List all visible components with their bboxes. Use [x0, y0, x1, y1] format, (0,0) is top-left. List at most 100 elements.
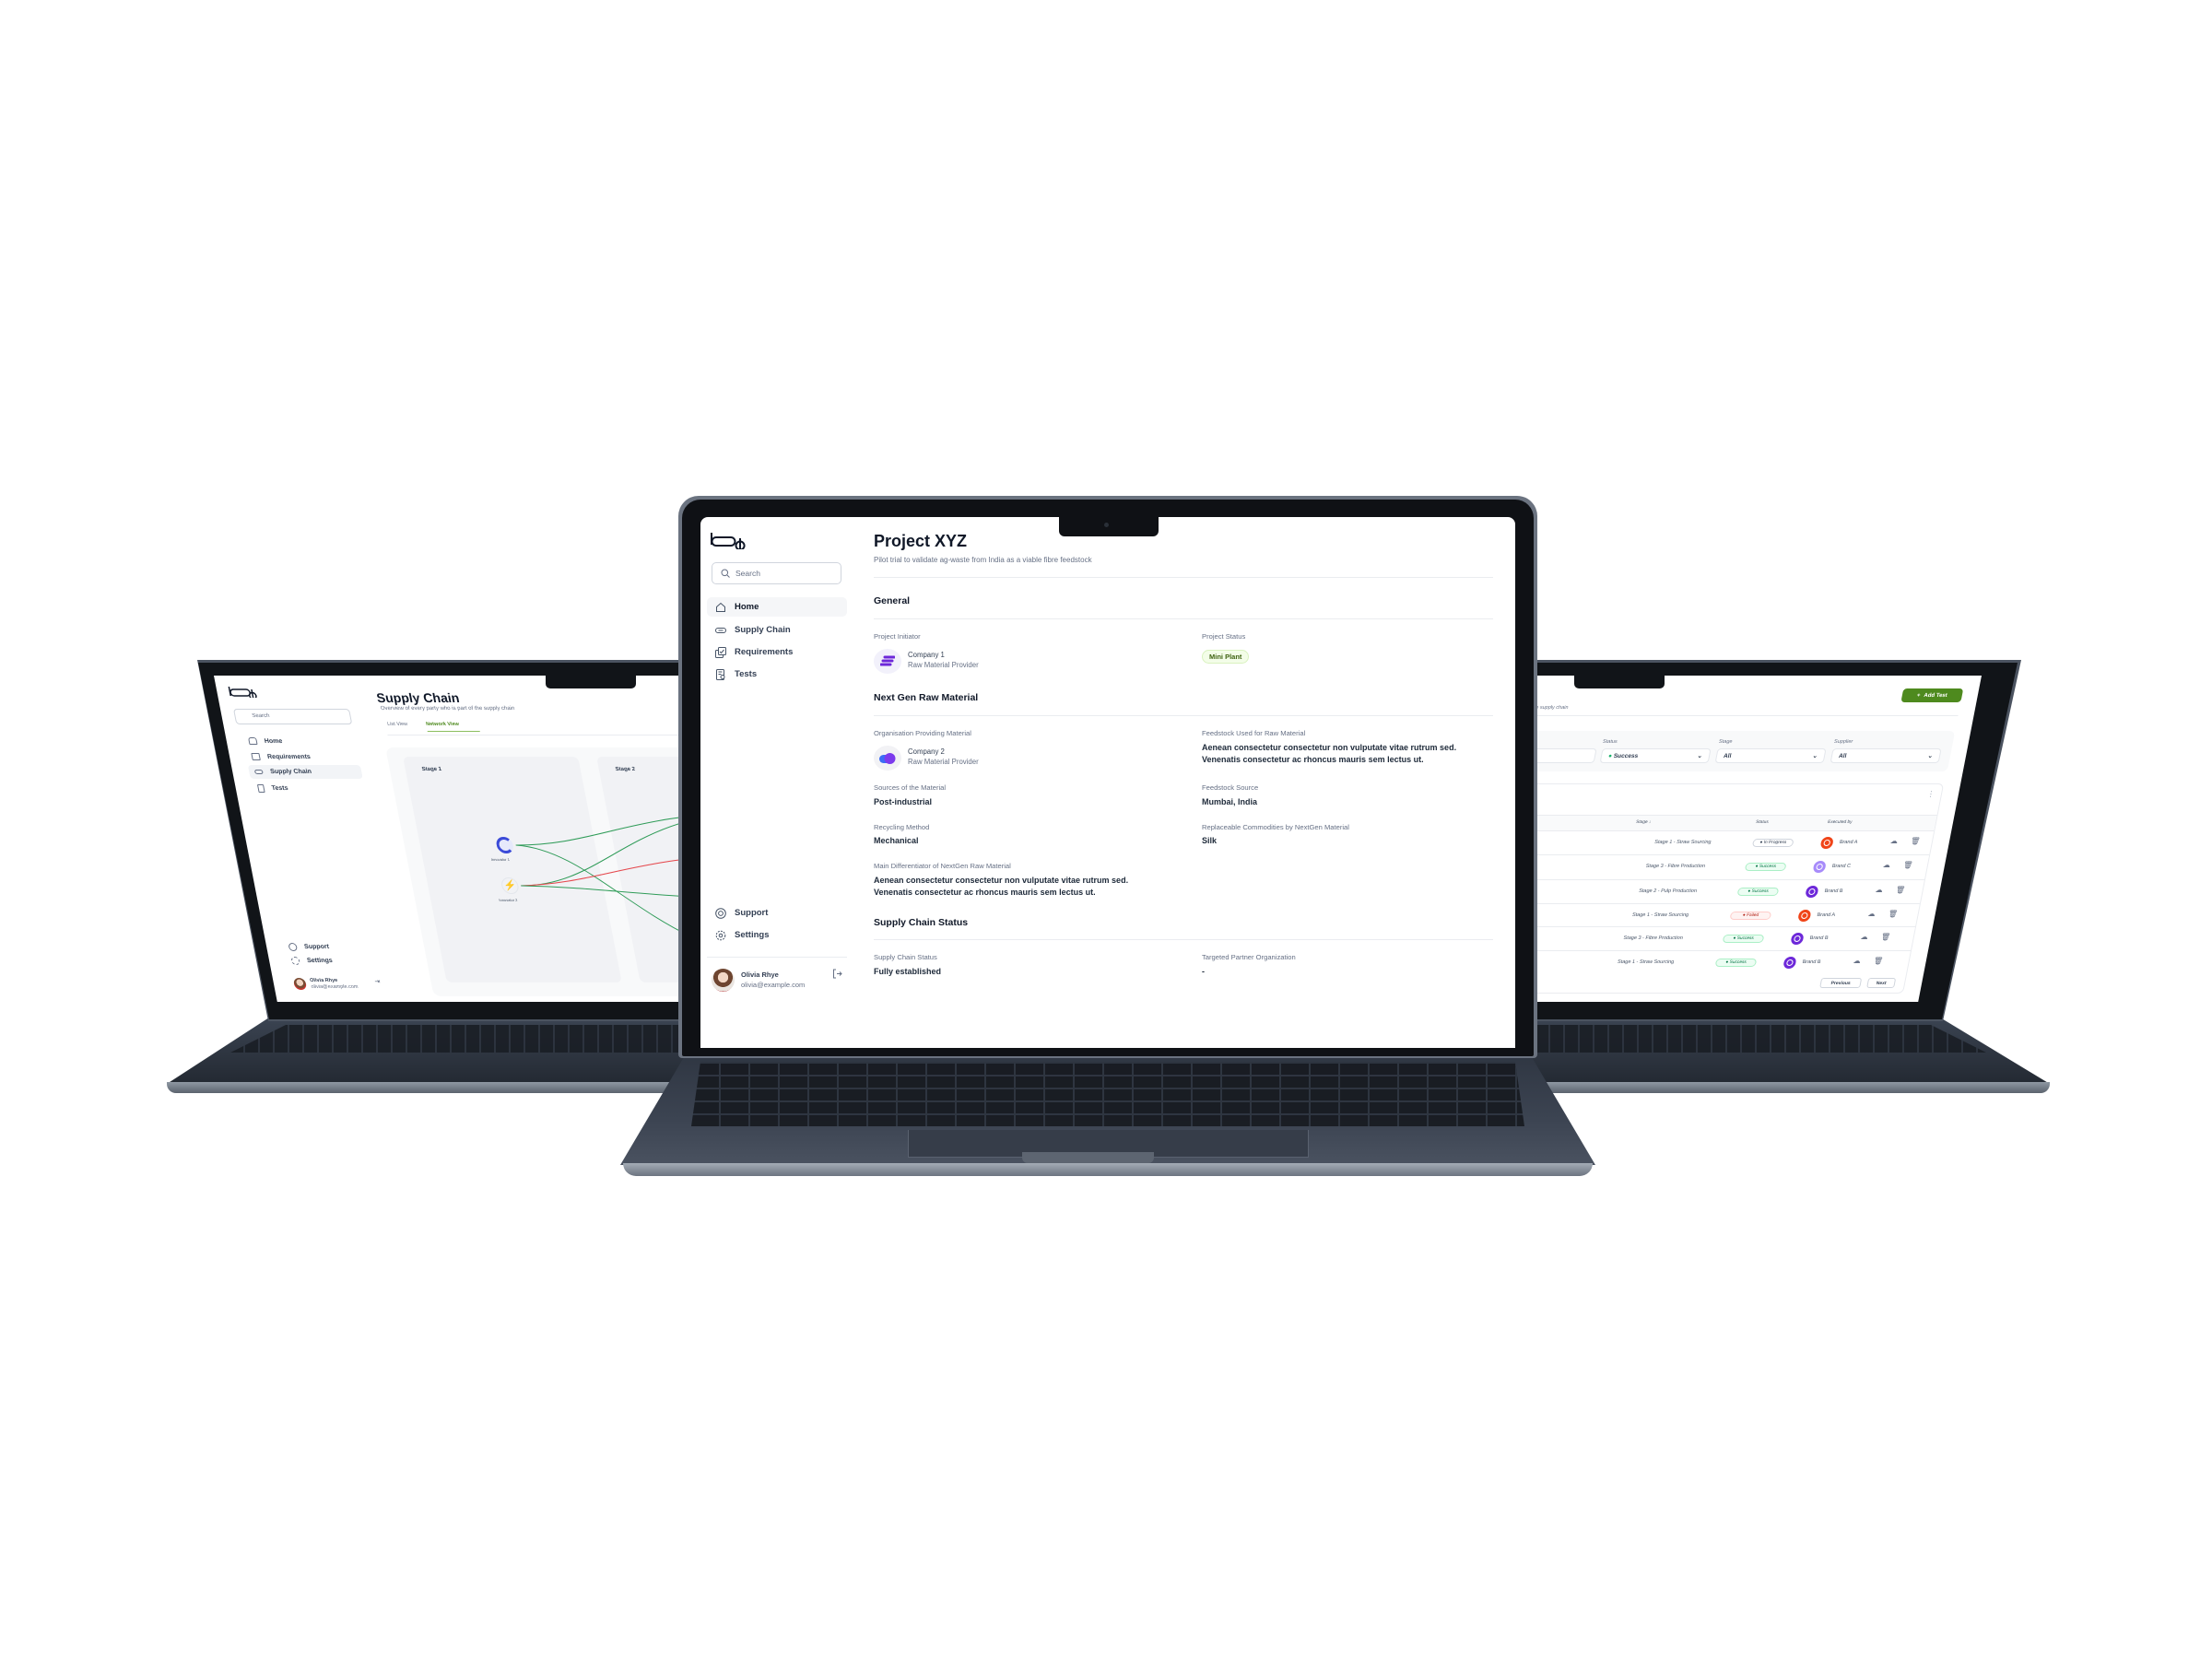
status-filter-select[interactable]: ● Success ⌄	[1599, 748, 1712, 763]
recycling-value: Mechanical	[874, 836, 919, 845]
partner-value: -	[1202, 967, 1205, 976]
company-2-icon	[879, 752, 896, 764]
home-icon	[716, 602, 725, 612]
previous-button[interactable]: Previous	[1819, 978, 1863, 988]
project-status-badge: Mini Plant	[1202, 650, 1250, 664]
status-badge: ● Success	[1736, 888, 1780, 896]
gear-icon	[715, 930, 726, 940]
trash-icon[interactable]: 🗑	[1902, 861, 1913, 869]
download-icon[interactable]: ☁	[1860, 933, 1869, 941]
brand-logo	[1790, 933, 1805, 945]
differentiator-label: Main Differentiator of NextGen Raw Mater…	[874, 862, 1011, 870]
left-notch	[546, 676, 636, 688]
section-divider	[874, 618, 1493, 619]
download-icon[interactable]: ☁	[1853, 957, 1862, 965]
trash-icon[interactable]: 🗑	[1895, 886, 1906, 894]
status-text: Success	[1750, 889, 1770, 894]
row-stage: Stage 1 - Straw Sourcing	[1617, 959, 1675, 965]
link-icon	[715, 627, 726, 633]
innovator-1-label: Innovator 1	[490, 857, 511, 862]
download-icon[interactable]: ☁	[1882, 861, 1891, 869]
supplier-filter-select[interactable]: All ⌄	[1830, 748, 1942, 763]
section-divider	[874, 715, 1493, 716]
org-providing-label: Organisation Providing Material	[874, 729, 971, 737]
notch	[1059, 517, 1159, 536]
differentiator-value: Aenean consectetur consectetur non vulpu…	[874, 876, 1129, 897]
status-filter-value: Success	[1613, 752, 1639, 759]
download-icon[interactable]: ☁	[1867, 910, 1877, 918]
row-stage: Stage 1 - Straw Sourcing	[1631, 912, 1689, 918]
supply-chain-status-label: Supply Chain Status	[874, 953, 937, 961]
trash-icon[interactable]: 🗑	[1880, 933, 1891, 941]
download-icon[interactable]: ☁	[1889, 837, 1899, 845]
trash-icon[interactable]: 🗑	[1873, 957, 1884, 965]
column-status: Status	[1755, 820, 1770, 825]
stage-filter-value: All	[1723, 752, 1733, 759]
sidebar-item-label: Settings	[735, 930, 770, 940]
sidebar-item-label: Support	[735, 908, 769, 918]
supplier-filter-label: Supplier	[1833, 739, 1853, 745]
header-divider	[874, 577, 1493, 578]
status-text: Success	[1759, 865, 1777, 869]
sidebar-item-tests[interactable]: Tests	[707, 665, 847, 684]
column-stage-label: Stage	[1635, 820, 1649, 825]
sidebar-item-requirements[interactable]: Requirements	[707, 642, 847, 662]
sources-label: Sources of the Material	[874, 783, 947, 792]
next-button[interactable]: Next	[1866, 978, 1897, 988]
status-text: Success	[1729, 960, 1747, 965]
user-email: olivia@example.com	[741, 981, 806, 989]
column-stage[interactable]: Stage ↓	[1636, 820, 1652, 825]
row-stage: Stage 2 - Pulp Production	[1638, 888, 1698, 894]
replaceable-value: Silk	[1202, 836, 1218, 845]
download-icon[interactable]: ☁	[1875, 886, 1884, 894]
stage-filter-label: Stage	[1718, 739, 1733, 745]
org-name: Company 2	[908, 747, 945, 756]
trash-icon[interactable]: 🗑	[1888, 910, 1899, 918]
center-laptop-lip	[623, 1163, 1593, 1176]
project-initiator-label: Project Initiator	[874, 632, 921, 641]
brand-name: Brand C	[1831, 864, 1852, 869]
sidebar-item-home[interactable]: Home	[707, 597, 847, 617]
sidebar-item-label: Tests	[735, 669, 758, 679]
center-keyboard-keys	[691, 1062, 1524, 1126]
company-1-logo	[874, 649, 901, 674]
stage-filter-select[interactable]: All ⌄	[1714, 748, 1827, 763]
center-screen-project: Search Home Supply Chain Requirements Te…	[700, 517, 1515, 1048]
sidebar-item-label: Requirements	[735, 647, 794, 657]
sidebar-item-supply-chain[interactable]: Supply Chain	[707, 620, 847, 640]
brand-name: Brand A	[1816, 912, 1836, 918]
search-icon	[721, 569, 730, 578]
status-text: In Progress	[1763, 841, 1787, 845]
camera	[1104, 523, 1109, 527]
replaceable-label: Replaceable Commodities by NextGen Mater…	[1202, 823, 1349, 831]
row-stage: Stage 3 - Fibre Production	[1622, 935, 1684, 941]
tests-icon	[716, 668, 725, 680]
status-dot-icon: ●	[1607, 752, 1613, 759]
right-notch	[1574, 676, 1665, 688]
project-status-label: Project Status	[1202, 632, 1246, 641]
trash-icon[interactable]: 🗑	[1910, 837, 1921, 845]
header-divider	[1466, 715, 1959, 716]
sidebar-item-settings[interactable]: Settings	[707, 925, 847, 945]
brand-logo	[1819, 837, 1834, 849]
chevron-down-icon: ⌄	[1696, 753, 1703, 759]
initiator-role: Raw Material Provider	[908, 661, 979, 669]
requirements-icon	[715, 646, 726, 658]
feedstock-used-label: Feedstock Used for Raw Material	[1202, 729, 1306, 737]
column-executed-by: Executed by	[1827, 820, 1853, 825]
search-input[interactable]: Search	[712, 562, 841, 584]
org-role: Raw Material Provider	[908, 758, 979, 766]
section-divider	[874, 939, 1493, 940]
lifebuoy-icon	[715, 907, 726, 919]
brand-name: Brand A	[1839, 840, 1858, 845]
brand-name: Brand B	[1801, 959, 1822, 965]
status-badge: ● Success	[1744, 863, 1787, 871]
sidebar-item-support[interactable]: Support	[707, 903, 847, 923]
recycling-label: Recycling Method	[874, 823, 930, 831]
logout-icon[interactable]	[832, 969, 842, 979]
brand-logo	[1797, 910, 1812, 922]
company-1-icon	[880, 655, 895, 665]
more-options-icon[interactable]: ⋮	[1926, 790, 1936, 798]
add-test-button[interactable]: + Add Test	[1900, 688, 1964, 702]
brand-logo	[1783, 957, 1797, 969]
